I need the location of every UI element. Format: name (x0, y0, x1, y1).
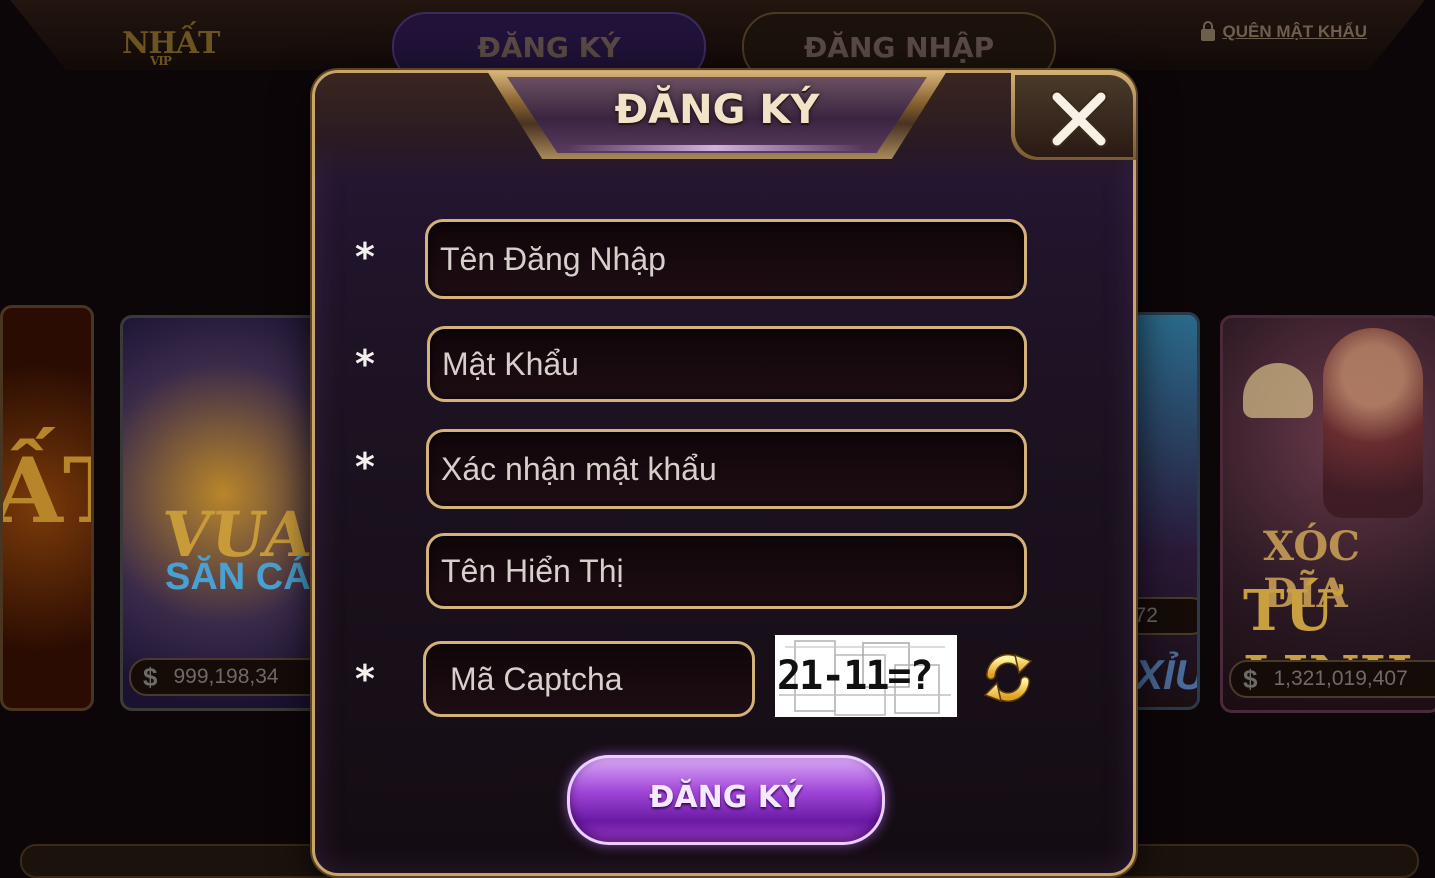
register-submit-button[interactable]: ĐĂNG KÝ (567, 755, 885, 845)
game-card-vua-san-ca[interactable]: VUA SĂN CÁ $ 999,198,34 (120, 315, 326, 711)
modal-title: ĐĂNG KÝ (614, 87, 820, 133)
display-name-field-frame (426, 533, 1027, 609)
captcha-row: * 21-11=? (315, 635, 1133, 721)
dealer-illustration (1323, 328, 1423, 518)
captcha-input[interactable] (426, 644, 752, 714)
required-mark: * (355, 342, 375, 386)
jackpot-counter: $ 1,321,019,407 (1229, 660, 1435, 698)
game-card-art: ẤT (3, 438, 91, 544)
captcha-text: 21-11=? (777, 653, 934, 699)
game-card-xoc-dia-tu-linh[interactable]: XÓC ĐĨA TỨ LINH $ 1,321,019,407 (1220, 315, 1435, 713)
password-row: * (315, 326, 1133, 406)
password-input[interactable] (430, 329, 1024, 399)
register-submit-label: ĐĂNG KÝ (649, 780, 803, 815)
brand-logo[interactable]: NHẤT VIP (122, 26, 220, 68)
forgot-password-label: QUÊN MẬT KHẨU (1222, 22, 1368, 41)
username-row: * (315, 219, 1133, 299)
register-modal: ĐĂNG KÝ * * * * (312, 70, 1136, 876)
captcha-image: 21-11=? (775, 635, 957, 717)
captcha-field-frame (423, 641, 755, 717)
dollar-icon: $ (1243, 663, 1258, 694)
bowl-icon (1243, 363, 1313, 418)
forgot-password-link[interactable]: QUÊN MẬT KHẨU (1200, 21, 1368, 42)
jackpot-value: 1,321,019,407 (1273, 667, 1408, 690)
username-field-frame (425, 219, 1027, 299)
confirm-password-row: * (315, 429, 1133, 509)
display-name-row (315, 533, 1133, 613)
required-mark: * (355, 445, 375, 489)
refresh-icon[interactable] (981, 651, 1035, 705)
display-name-input[interactable] (429, 536, 1024, 606)
title-glow (565, 145, 865, 151)
dollar-icon: $ (143, 661, 158, 692)
password-field-frame (427, 326, 1027, 402)
required-mark: * (355, 657, 375, 701)
game-subtitle: SĂN CÁ (165, 556, 311, 598)
jackpot-value: 999,198,34 (173, 665, 279, 688)
game-subtitle: XỈU (1135, 651, 1200, 698)
username-input[interactable] (428, 222, 1024, 296)
close-icon[interactable] (1043, 83, 1115, 155)
confirm-password-field-frame (426, 429, 1027, 509)
required-mark: * (355, 235, 375, 279)
lock-icon (1200, 21, 1215, 41)
game-card-left-partial[interactable]: ẤT (0, 305, 94, 711)
jackpot-counter: $ 999,198,34 (129, 658, 323, 696)
confirm-password-input[interactable] (429, 432, 1024, 506)
